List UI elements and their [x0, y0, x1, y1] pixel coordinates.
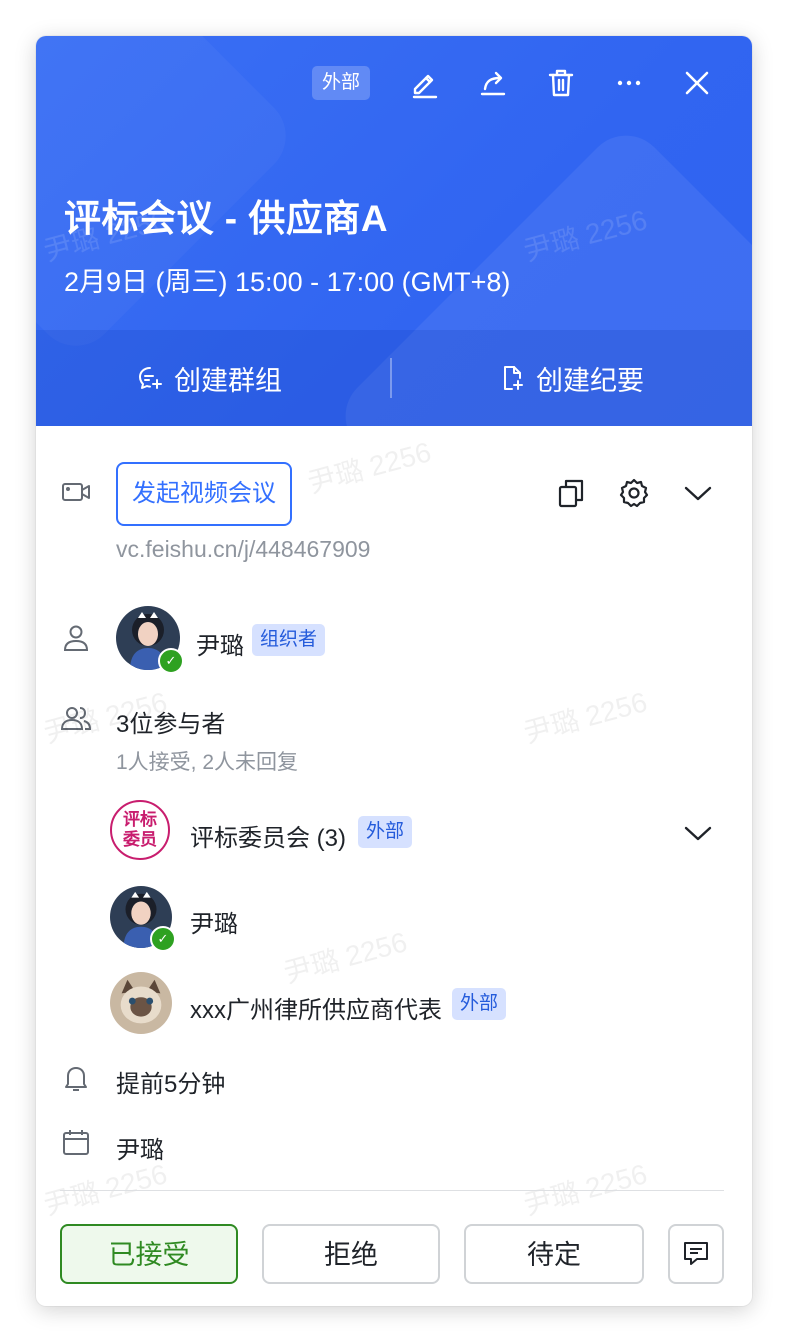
external-badge: 外部 — [312, 66, 371, 100]
bell-icon — [60, 1062, 92, 1094]
meeting-link[interactable]: vc.feishu.cn/j/448467909 — [116, 536, 370, 563]
watermark: 尹璐 2256 — [280, 926, 411, 989]
watermark: 尹璐 2256 — [520, 1158, 651, 1221]
footer-divider — [60, 1190, 724, 1191]
chat-button[interactable] — [668, 1224, 724, 1284]
organizer-tag: 组织者 — [252, 624, 326, 656]
event-time: 2月9日 (周三) 15:00 - 17:00 (GMT+8) — [64, 267, 511, 297]
organizer-name: 尹璐 — [196, 633, 244, 660]
people-icon — [60, 702, 92, 734]
start-video-meeting-button[interactable]: 发起视频会议 — [116, 462, 292, 526]
decline-button[interactable]: 拒绝 — [262, 1224, 440, 1284]
attendee-name: 尹璐 — [190, 911, 238, 938]
organizer-avatar[interactable]: ✓ — [116, 606, 184, 674]
reminder-text: 提前5分钟 — [116, 1071, 226, 1098]
trash-icon[interactable] — [544, 66, 578, 100]
header-action-bar: 创建群组 创建纪要 — [36, 330, 752, 426]
doc-add-icon — [504, 366, 523, 390]
video-camera-icon — [60, 476, 92, 508]
close-icon[interactable] — [680, 66, 714, 100]
create-minutes-label: 创建纪要 — [536, 365, 644, 396]
attendee-status: 1人接受, 2人未回复 — [116, 751, 299, 774]
group-add-icon — [139, 367, 162, 389]
copy-icon[interactable] — [554, 476, 588, 510]
avatar-photo — [110, 972, 172, 1034]
watermark: 尹璐 2256 — [520, 686, 651, 749]
settings-icon[interactable] — [617, 476, 651, 510]
event-header: 外部 评标会议 - 供应商A 2月9日 (周三) 15:00 - 17:00 (… — [36, 36, 752, 426]
attendee-avatar[interactable]: ✓ — [110, 886, 176, 952]
accept-button[interactable]: 已接受 — [60, 1224, 238, 1284]
attendee-name: xxx广州律所供应商代表 — [190, 997, 442, 1024]
action-divider — [390, 358, 392, 398]
attendee-avatar[interactable] — [110, 972, 172, 1034]
external-tag: 外部 — [358, 816, 413, 848]
edit-icon[interactable] — [408, 66, 442, 100]
event-detail-card: 外部 评标会议 - 供应商A 2月9日 (周三) 15:00 - 17:00 (… — [36, 36, 752, 1306]
group-avatar[interactable]: 评标 委员 — [110, 800, 170, 860]
create-group-label: 创建群组 — [174, 365, 282, 396]
event-title: 评标会议 - 供应商A — [64, 198, 389, 239]
attendee-summary: 3位参与者 — [116, 711, 226, 738]
accepted-check-icon: ✓ — [150, 926, 176, 952]
watermark: 尹璐 2256 — [304, 436, 435, 499]
accepted-check-icon: ✓ — [158, 648, 184, 674]
chevron-down-icon[interactable] — [681, 476, 715, 510]
group-name: 评标委员会 (3) — [190, 825, 346, 852]
create-minutes-button[interactable]: 创建纪要 — [498, 330, 644, 426]
external-tag: 外部 — [452, 988, 507, 1020]
create-group-button[interactable]: 创建群组 — [136, 330, 282, 426]
person-icon — [60, 622, 92, 654]
calendar-icon — [60, 1126, 92, 1158]
chevron-down-icon[interactable] — [681, 816, 715, 850]
tentative-button[interactable]: 待定 — [464, 1224, 644, 1284]
more-icon[interactable] — [612, 66, 646, 100]
calendar-owner: 尹璐 — [116, 1137, 164, 1164]
chat-icon — [684, 1242, 708, 1265]
share-icon[interactable] — [476, 66, 510, 100]
